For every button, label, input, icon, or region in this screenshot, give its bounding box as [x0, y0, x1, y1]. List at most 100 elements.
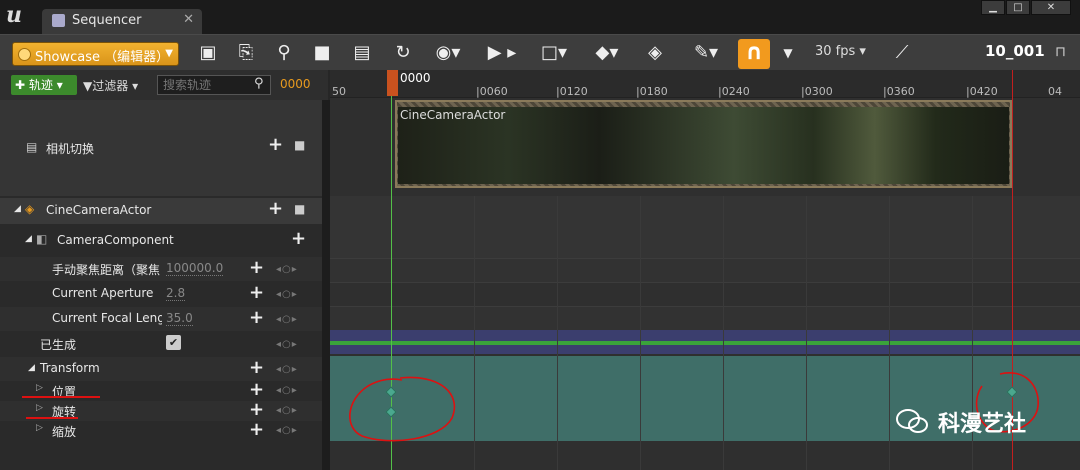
- collapsed-arrow-icon[interactable]: ▷: [36, 403, 43, 413]
- property-label: Current Aperture: [52, 286, 154, 300]
- expand-icon[interactable]: ◢: [14, 204, 21, 214]
- filter-button[interactable]: ▼过滤器 ▾: [83, 77, 138, 94]
- tracks-bar: ✚ 轨迹 ▾ ▼过滤器 ▾ ⚲ 0000: [0, 70, 328, 100]
- spawned-row[interactable]: 已生成 ✔ ◂○▸: [0, 332, 322, 356]
- magnet-snap-icon[interactable]: ∩: [738, 39, 770, 69]
- key-navigation-icon[interactable]: ◂○▸: [276, 405, 298, 416]
- sequence-selector[interactable]: Showcase （编辑器） ▼: [12, 42, 179, 66]
- annotation-underline: [22, 396, 100, 398]
- chevron-down-icon: ▼: [165, 48, 173, 59]
- transform-child-row[interactable]: ▷ 位置 + ◂○▸: [0, 379, 322, 401]
- pencil-icon[interactable]: ✎▾: [688, 40, 724, 66]
- camera-actor-icon: ◈: [25, 202, 35, 216]
- camera-cut-icon: ▤: [26, 140, 38, 154]
- maximize-button[interactable]: □: [1006, 0, 1030, 15]
- tab-sequencer[interactable]: Sequencer ✕: [42, 9, 202, 34]
- collapsed-arrow-icon[interactable]: ▷: [36, 383, 43, 393]
- add-key-icon[interactable]: +: [249, 357, 264, 378]
- add-key-icon[interactable]: +: [249, 399, 264, 420]
- fps-selector[interactable]: 30 fps ▾: [815, 44, 866, 59]
- actor-track[interactable]: ◢ ◈ CineCameraActor + ■: [0, 198, 322, 224]
- panel-splitter[interactable]: [322, 100, 330, 470]
- camera-cut-label: 相机切换: [46, 142, 95, 156]
- property-value[interactable]: 100000.0: [166, 261, 224, 276]
- spawned-bar: [330, 341, 1080, 345]
- wechat-logo-icon: [896, 409, 928, 433]
- camera-section-label: CineCameraActor: [400, 108, 506, 122]
- spawned-checkbox[interactable]: ✔: [166, 335, 181, 350]
- property-row[interactable]: Current Focal Leng 35.0 + ◂○▸: [0, 307, 322, 331]
- grid-line: [640, 196, 641, 470]
- add-key-icon[interactable]: +: [249, 419, 264, 440]
- ruler-tick: |0120: [556, 85, 588, 98]
- grid-line: [474, 196, 475, 470]
- add-track-button[interactable]: ✚ 轨迹 ▾: [11, 75, 77, 95]
- sequence-icon: [18, 48, 31, 61]
- play-icon[interactable]: ▶ ▸: [482, 40, 522, 66]
- ruler-tick: |0060: [476, 85, 508, 98]
- search-icon: ⚲: [254, 76, 264, 91]
- property-row[interactable]: 手动聚焦距离（聚焦 100000.0 + ◂○▸: [0, 257, 322, 281]
- ruler-tick: |0360: [883, 85, 915, 98]
- annotation-underline: [26, 417, 78, 419]
- add-icon[interactable]: +: [268, 134, 283, 155]
- key-navigation-icon[interactable]: ◂○▸: [276, 425, 298, 436]
- add-key-icon[interactable]: +: [249, 307, 264, 328]
- curve-editor-icon[interactable]: ⟋: [888, 40, 916, 66]
- clapperboard-icon[interactable]: ▤: [349, 40, 375, 66]
- add-key-icon[interactable]: +: [249, 282, 264, 303]
- add-key-icon[interactable]: +: [249, 257, 264, 278]
- save-icon[interactable]: ▣: [196, 40, 220, 66]
- snap-options-chevron-icon[interactable]: ▼: [779, 40, 797, 66]
- camera-icon[interactable]: ■: [294, 138, 305, 152]
- unreal-logo-icon: u: [6, 2, 22, 28]
- close-window-button[interactable]: ✕: [1031, 0, 1071, 15]
- current-frame[interactable]: 0000: [280, 77, 311, 91]
- key-navigation-icon[interactable]: ◂○▸: [276, 264, 298, 275]
- camera-icon[interactable]: ■: [294, 202, 305, 216]
- search-icon[interactable]: ⚲: [272, 40, 296, 66]
- add-icon[interactable]: +: [291, 228, 306, 249]
- tab-close-icon[interactable]: ✕: [183, 12, 194, 27]
- key-navigation-icon[interactable]: ◂○▸: [276, 364, 298, 375]
- lock-icon[interactable]: ⊓: [1055, 44, 1066, 60]
- funnel-icon: ▼: [83, 79, 93, 93]
- playhead[interactable]: [387, 70, 398, 96]
- add-icon[interactable]: +: [268, 198, 283, 219]
- expand-icon[interactable]: ◢: [28, 363, 35, 373]
- ruler-tick: |0240: [718, 85, 750, 98]
- property-value[interactable]: 35.0: [166, 311, 193, 326]
- grid-line: [889, 196, 890, 470]
- expand-icon[interactable]: ◢: [25, 234, 32, 244]
- ruler-tick: 04: [1048, 85, 1062, 98]
- property-row[interactable]: Current Aperture 2.8 + ◂○▸: [0, 282, 322, 306]
- camera-icon[interactable]: ■: [309, 40, 335, 66]
- collapsed-arrow-icon[interactable]: ▷: [36, 423, 43, 433]
- end-frame-field[interactable]: 10_001: [985, 42, 1045, 60]
- key-navigation-icon[interactable]: ◂○▸: [276, 289, 298, 300]
- key-navigation-icon[interactable]: ◂○▸: [276, 385, 298, 396]
- sequence-name: Showcase （编辑器）: [35, 50, 170, 65]
- filter-label: 过滤器: [92, 79, 129, 93]
- chevron-down-icon: ▾: [855, 44, 866, 59]
- add-key-icon[interactable]: +: [249, 379, 264, 400]
- tab-label: Sequencer: [72, 13, 142, 28]
- transform-label: Transform: [40, 361, 100, 375]
- visibility-icon[interactable]: ◉▾: [430, 40, 466, 66]
- save-as-icon[interactable]: ⎘: [234, 40, 258, 66]
- selection-icon[interactable]: □▾: [536, 40, 572, 66]
- key-navigation-icon[interactable]: ◂○▸: [276, 314, 298, 325]
- transform-track[interactable]: ◢ Transform + ◂○▸: [0, 357, 322, 381]
- minimize-button[interactable]: ▁: [981, 0, 1005, 15]
- property-value[interactable]: 2.8: [166, 286, 186, 301]
- refresh-icon[interactable]: ↻: [391, 40, 415, 66]
- tag-icon[interactable]: ◈: [642, 40, 668, 66]
- key-navigation-icon[interactable]: ◂○▸: [276, 339, 298, 350]
- component-label: CameraComponent: [57, 233, 174, 247]
- key-icon[interactable]: ◆▾: [587, 40, 627, 66]
- component-track[interactable]: ◢ ◧ CameraComponent +: [0, 228, 322, 254]
- transform-child-row[interactable]: ▷ 缩放 + ◂○▸: [0, 419, 322, 441]
- time-ruler[interactable]: 50 |0060 |0120 |0180 |0240 |0300 |0360 |…: [330, 70, 1080, 98]
- ruler-tick: |0420: [966, 85, 998, 98]
- camera-cut-track[interactable]: ▤ 相机切换 + ■: [0, 100, 322, 196]
